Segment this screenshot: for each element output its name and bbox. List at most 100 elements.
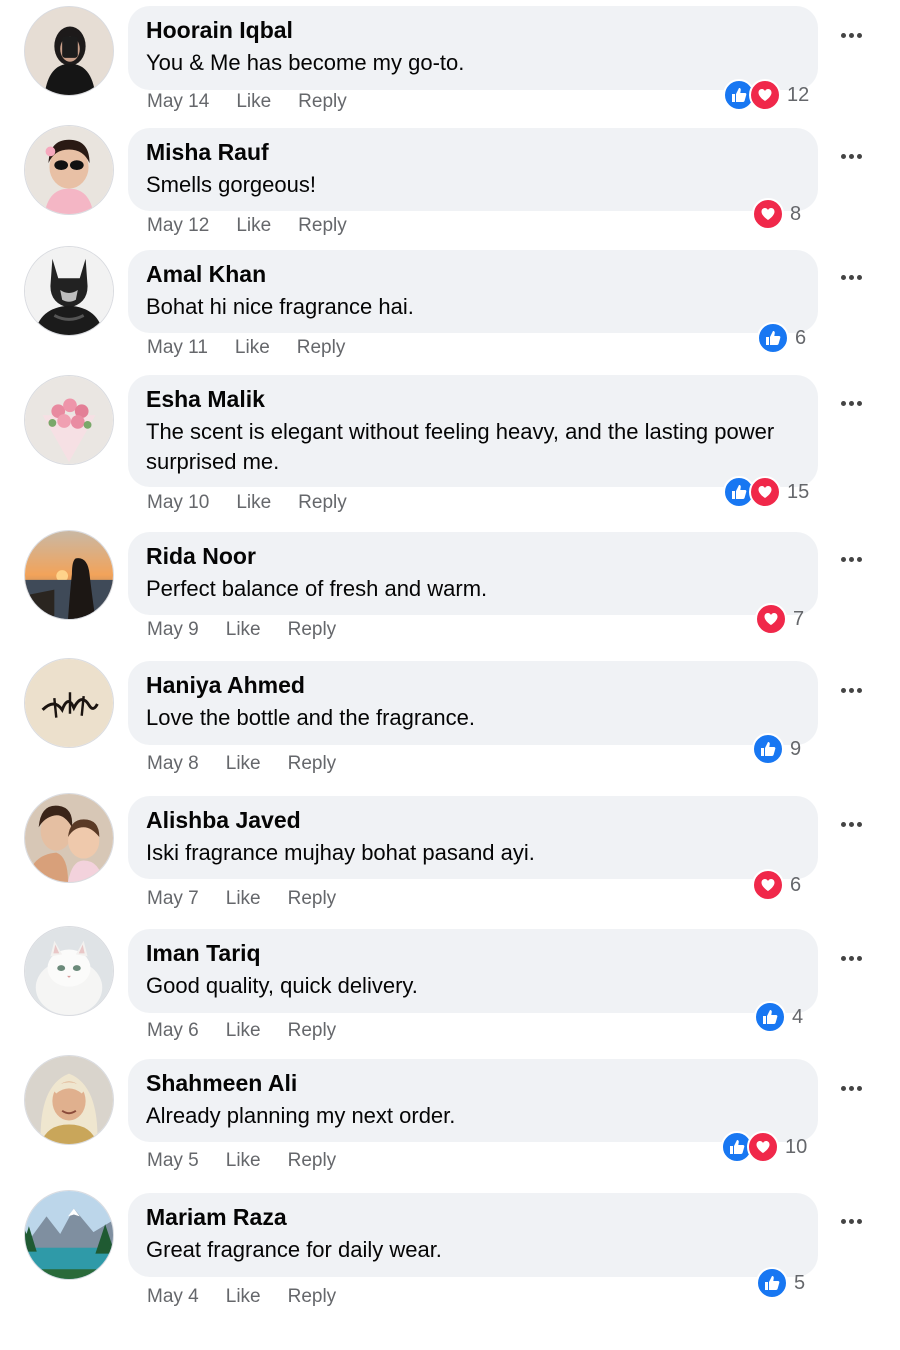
comment-date[interactable]: May 8: [147, 753, 199, 775]
comment-text: Perfect balance of fresh and warm.: [146, 576, 488, 601]
comment-meta: May 6 Like Reply: [147, 1020, 363, 1042]
comment-bubble: Misha Rauf Smells gorgeous!: [128, 128, 818, 211]
comment-meta: May 5 Like Reply: [147, 1150, 363, 1172]
comment-meta: May 12 Like Reply: [147, 215, 374, 237]
reply-button[interactable]: Reply: [297, 337, 346, 359]
like-button[interactable]: Like: [235, 337, 270, 359]
like-reaction-icon: [752, 733, 784, 765]
avatar[interactable]: [24, 375, 114, 465]
author-name[interactable]: Misha Rauf: [146, 138, 800, 166]
reply-button[interactable]: Reply: [288, 619, 337, 641]
reactions-summary[interactable]: 7: [755, 603, 804, 635]
comment-text: Good quality, quick delivery.: [146, 973, 418, 998]
avatar[interactable]: [24, 125, 114, 215]
reply-button[interactable]: Reply: [288, 888, 337, 910]
author-name[interactable]: Rida Noor: [146, 542, 800, 570]
comment-bubble: Hoorain Iqbal You & Me has become my go-…: [128, 6, 818, 90]
more-options-icon[interactable]: [836, 1082, 866, 1094]
avatar[interactable]: [24, 6, 114, 96]
avatar[interactable]: [24, 1055, 114, 1145]
comment-date[interactable]: May 7: [147, 888, 199, 910]
comment-meta: May 7 Like Reply: [147, 888, 363, 910]
more-options-icon[interactable]: [836, 553, 866, 565]
more-options-icon[interactable]: [836, 150, 866, 162]
author-name[interactable]: Hoorain Iqbal: [146, 16, 800, 44]
more-options-icon[interactable]: [836, 397, 866, 409]
reactions-summary[interactable]: 12: [723, 79, 809, 111]
like-button[interactable]: Like: [226, 619, 261, 641]
reply-button[interactable]: Reply: [288, 1020, 337, 1042]
author-name[interactable]: Alishba Javed: [146, 806, 800, 834]
reactions-summary[interactable]: 5: [756, 1267, 805, 1299]
more-options-icon[interactable]: [836, 684, 866, 696]
comment-bubble: Mariam Raza Great fragrance for daily we…: [128, 1193, 818, 1277]
like-button[interactable]: Like: [226, 1286, 261, 1308]
comment-date[interactable]: May 4: [147, 1286, 199, 1308]
author-name[interactable]: Amal Khan: [146, 260, 800, 288]
reply-button[interactable]: Reply: [298, 215, 347, 237]
like-button[interactable]: Like: [226, 888, 261, 910]
comment-bubble: Shahmeen Ali Already planning my next or…: [128, 1059, 818, 1142]
avatar[interactable]: [24, 793, 114, 883]
reactions-summary[interactable]: 9: [752, 733, 801, 765]
reply-button[interactable]: Reply: [298, 492, 347, 514]
like-button[interactable]: Like: [236, 91, 271, 113]
reaction-count: 8: [790, 202, 802, 225]
comment-meta: May 11 Like Reply: [147, 337, 372, 359]
reactions-summary[interactable]: 4: [754, 1001, 803, 1033]
comment-bubble: Alishba Javed Iski fragrance mujhay boha…: [128, 796, 818, 879]
more-options-icon[interactable]: [836, 29, 866, 41]
heart-reaction-icon: [752, 198, 784, 230]
reply-button[interactable]: Reply: [298, 91, 347, 113]
author-name[interactable]: Mariam Raza: [146, 1203, 800, 1231]
avatar[interactable]: [24, 658, 114, 748]
like-button[interactable]: Like: [236, 492, 271, 514]
heart-reaction-icon: [749, 79, 781, 111]
reactions-summary[interactable]: 15: [723, 476, 809, 508]
avatar[interactable]: [24, 1190, 114, 1280]
more-options-icon[interactable]: [836, 818, 866, 830]
comment-meta: May 9 Like Reply: [147, 619, 363, 641]
author-name[interactable]: Haniya Ahmed: [146, 671, 800, 699]
like-button[interactable]: Like: [226, 1020, 261, 1042]
reply-button[interactable]: Reply: [288, 753, 337, 775]
comment-meta: May 14 Like Reply: [147, 91, 374, 113]
comment-date[interactable]: May 6: [147, 1020, 199, 1042]
more-options-icon[interactable]: [836, 952, 866, 964]
reactions-summary[interactable]: 10: [721, 1131, 807, 1163]
author-name[interactable]: Iman Tariq: [146, 939, 800, 967]
like-button[interactable]: Like: [226, 753, 261, 775]
comment-bubble: Esha Malik The scent is elegant without …: [128, 375, 818, 487]
avatar[interactable]: [24, 926, 114, 1016]
reactions-summary[interactable]: 6: [752, 869, 801, 901]
comment-text: You & Me has become my go-to.: [146, 50, 465, 75]
comment-date[interactable]: May 14: [147, 91, 209, 113]
avatar[interactable]: [24, 246, 114, 336]
comment-meta: May 10 Like Reply: [147, 492, 374, 514]
comment-date[interactable]: May 11: [147, 337, 208, 359]
comment-date[interactable]: May 10: [147, 492, 209, 514]
comment-date[interactable]: May 9: [147, 619, 199, 641]
like-reaction-icon: [756, 1267, 788, 1299]
comment-date[interactable]: May 5: [147, 1150, 199, 1172]
reply-button[interactable]: Reply: [288, 1150, 337, 1172]
comment-text: Great fragrance for daily wear.: [146, 1237, 442, 1262]
reactions-summary[interactable]: 6: [757, 322, 806, 354]
comment-bubble: Rida Noor Perfect balance of fresh and w…: [128, 532, 818, 615]
more-options-icon[interactable]: [836, 271, 866, 283]
reaction-count: 15: [787, 480, 810, 503]
avatar[interactable]: [24, 530, 114, 620]
author-name[interactable]: Esha Malik: [146, 385, 800, 413]
comment-date[interactable]: May 12: [147, 215, 209, 237]
like-button[interactable]: Like: [226, 1150, 261, 1172]
comment-bubble: Amal Khan Bohat hi nice fragrance hai.: [128, 250, 818, 333]
reaction-count: 5: [794, 1271, 806, 1294]
author-name[interactable]: Shahmeen Ali: [146, 1069, 800, 1097]
reply-button[interactable]: Reply: [288, 1286, 337, 1308]
comment-text: Bohat hi nice fragrance hai.: [146, 294, 414, 319]
reactions-summary[interactable]: 8: [752, 198, 801, 230]
comment-meta: May 4 Like Reply: [147, 1286, 363, 1308]
more-options-icon[interactable]: [836, 1215, 866, 1227]
like-button[interactable]: Like: [236, 215, 271, 237]
reaction-count: 7: [793, 607, 805, 630]
